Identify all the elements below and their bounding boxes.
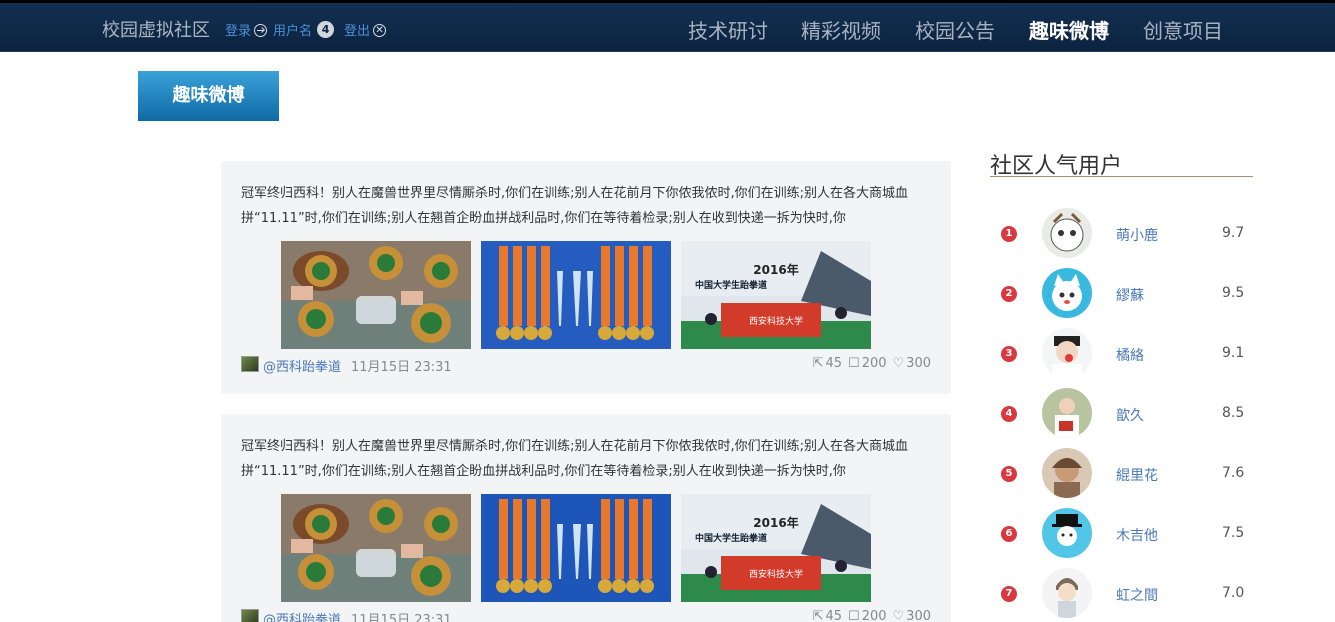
user-avatar[interactable] [1042, 268, 1092, 318]
nav-videos[interactable]: 精彩视频 [801, 15, 881, 44]
user-score: 9.5 [1222, 285, 1245, 301]
notification-count-badge[interactable]: 4 [317, 21, 335, 38]
rank-badge: 6 [1001, 526, 1017, 542]
share-icon[interactable]: ⇱ [813, 609, 824, 622]
popular-user-row[interactable]: 1 萌小鹿 9.7 [990, 208, 1253, 273]
top-navbar: 校园虚拟社区 登录 用户名 4 登出 ✕ 技术研讨 精彩视频 校园公告 趣味微博… [0, 0, 1335, 52]
section-fun-weibo-button[interactable]: 趣味微博 [138, 71, 279, 121]
post-author-link[interactable]: @西科跆拳道 [263, 609, 341, 622]
like-count[interactable]: 300 [906, 356, 931, 371]
user-name-link[interactable]: 木吉他 [1116, 525, 1158, 545]
like-count[interactable]: 300 [906, 609, 931, 622]
rank-badge: 2 [1001, 286, 1017, 302]
rank-badge: 5 [1001, 466, 1017, 482]
popular-user-row[interactable]: 6 木吉他 7.5 [990, 508, 1253, 573]
weibo-post-card: 冠军终归西科！别人在魔兽世界里尽情厮杀时,你们在训练;别人在花前月下你侬我侬时,… [221, 414, 951, 622]
post-text: 冠军终归西科！别人在魔兽世界里尽情厮杀时,你们在训练;别人在花前月下你侬我侬时,… [241, 186, 909, 226]
share-count[interactable]: 45 [825, 609, 842, 622]
logout-close-icon[interactable]: ✕ [373, 24, 387, 37]
user-name-link[interactable]: 橘絡 [1116, 345, 1144, 365]
user-avatar[interactable] [1042, 328, 1092, 378]
banner-flag-text: 西安科技大学 [749, 315, 803, 327]
user-score: 7.0 [1222, 585, 1245, 601]
rank-badge: 1 [1001, 226, 1017, 242]
nav-announcements[interactable]: 校园公告 [915, 15, 995, 44]
post-image-team-banner[interactable]: 西安科技大学 2016年 中国大学生跆拳道 [681, 494, 871, 602]
popular-user-row[interactable]: 3 橘絡 9.1 [990, 328, 1253, 393]
nav-creative-projects[interactable]: 创意项目 [1143, 15, 1223, 44]
share-icon[interactable]: ⇱ [813, 356, 824, 371]
popular-user-row[interactable]: 4 歆久 8.5 [990, 388, 1253, 453]
share-count[interactable]: 45 [825, 356, 842, 371]
login-arrow-icon[interactable] [254, 24, 268, 37]
popular-user-row[interactable]: 2 繆蘇 9.5 [990, 268, 1253, 333]
user-score: 9.7 [1222, 225, 1245, 241]
site-brand[interactable]: 校园虚拟社区 [102, 16, 210, 42]
user-score: 9.1 [1222, 345, 1245, 361]
banner-subtitle-text: 中国大学生跆拳道 [695, 532, 767, 544]
user-name-link[interactable]: 歆久 [1116, 405, 1144, 425]
post-text: 冠军终归西科！别人在魔兽世界里尽情厮杀时,你们在训练;别人在花前月下你侬我侬时,… [241, 439, 909, 479]
user-avatar[interactable] [1042, 568, 1092, 618]
user-name-link[interactable]: 緄里花 [1116, 465, 1158, 485]
logout-link[interactable]: 登出 [344, 20, 370, 39]
user-avatar[interactable] [1042, 388, 1092, 438]
banner-year-text: 2016年 [753, 262, 798, 277]
banner-year-text: 2016年 [753, 515, 798, 530]
comment-count[interactable]: 200 [862, 609, 887, 622]
post-author-avatar[interactable] [241, 356, 259, 372]
user-score: 7.5 [1222, 525, 1245, 541]
weibo-post-card: 冠军终归西科！别人在魔兽世界里尽情厮杀时,你们在训练;别人在花前月下你侬我侬时,… [221, 161, 951, 394]
comment-icon[interactable]: ☐ [848, 356, 860, 371]
auth-bar: 登录 用户名 4 登出 ✕ [225, 20, 392, 39]
user-score: 8.5 [1222, 405, 1245, 421]
user-name-link[interactable]: 萌小鹿 [1116, 225, 1158, 245]
post-image-medals-hands[interactable] [281, 241, 471, 349]
user-avatar[interactable] [1042, 448, 1092, 498]
banner-flag-text: 西安科技大学 [749, 568, 803, 580]
heart-icon[interactable]: ♡ [893, 609, 905, 622]
nav-fun-weibo[interactable]: 趣味微博 [1029, 15, 1109, 44]
rank-badge: 3 [1001, 346, 1017, 362]
post-stats: ⇱ 45 ☐ 200 ♡ 300 [813, 356, 931, 371]
user-name-link[interactable]: 虹之間 [1116, 585, 1158, 605]
nav-tech-discussion[interactable]: 技术研讨 [688, 15, 768, 44]
sidebar-divider [990, 176, 1253, 177]
post-author-link[interactable]: @西科跆拳道 [263, 356, 341, 375]
user-name-link[interactable]: 繆蘇 [1116, 285, 1144, 305]
post-image-medals-trophies[interactable] [481, 494, 671, 602]
popular-user-row[interactable]: 5 緄里花 7.6 [990, 448, 1253, 513]
popular-user-row[interactable]: 7 虹之間 7.0 [990, 568, 1253, 622]
rank-badge: 7 [1001, 586, 1017, 602]
post-author-avatar[interactable] [241, 609, 259, 622]
post-stats: ⇱ 45 ☐ 200 ♡ 300 [813, 609, 931, 622]
login-link[interactable]: 登录 [225, 20, 251, 39]
user-avatar[interactable] [1042, 508, 1092, 558]
rank-badge: 4 [1001, 406, 1017, 422]
post-timestamp: 11月15日 23:31 [351, 360, 452, 375]
user-score: 7.6 [1222, 465, 1245, 481]
post-image-medals-hands[interactable] [281, 494, 471, 602]
heart-icon[interactable]: ♡ [893, 356, 905, 371]
post-image-team-banner[interactable]: 西安科技大学 2016年 中国大学生跆拳道 [681, 241, 871, 349]
username-link[interactable]: 用户名 [273, 20, 312, 39]
comment-icon[interactable]: ☐ [848, 609, 860, 622]
comment-count[interactable]: 200 [862, 356, 887, 371]
user-avatar[interactable] [1042, 208, 1092, 258]
post-image-medals-trophies[interactable] [481, 241, 671, 349]
post-timestamp: 11月15日 23:31 [351, 613, 452, 622]
banner-subtitle-text: 中国大学生跆拳道 [695, 279, 767, 291]
